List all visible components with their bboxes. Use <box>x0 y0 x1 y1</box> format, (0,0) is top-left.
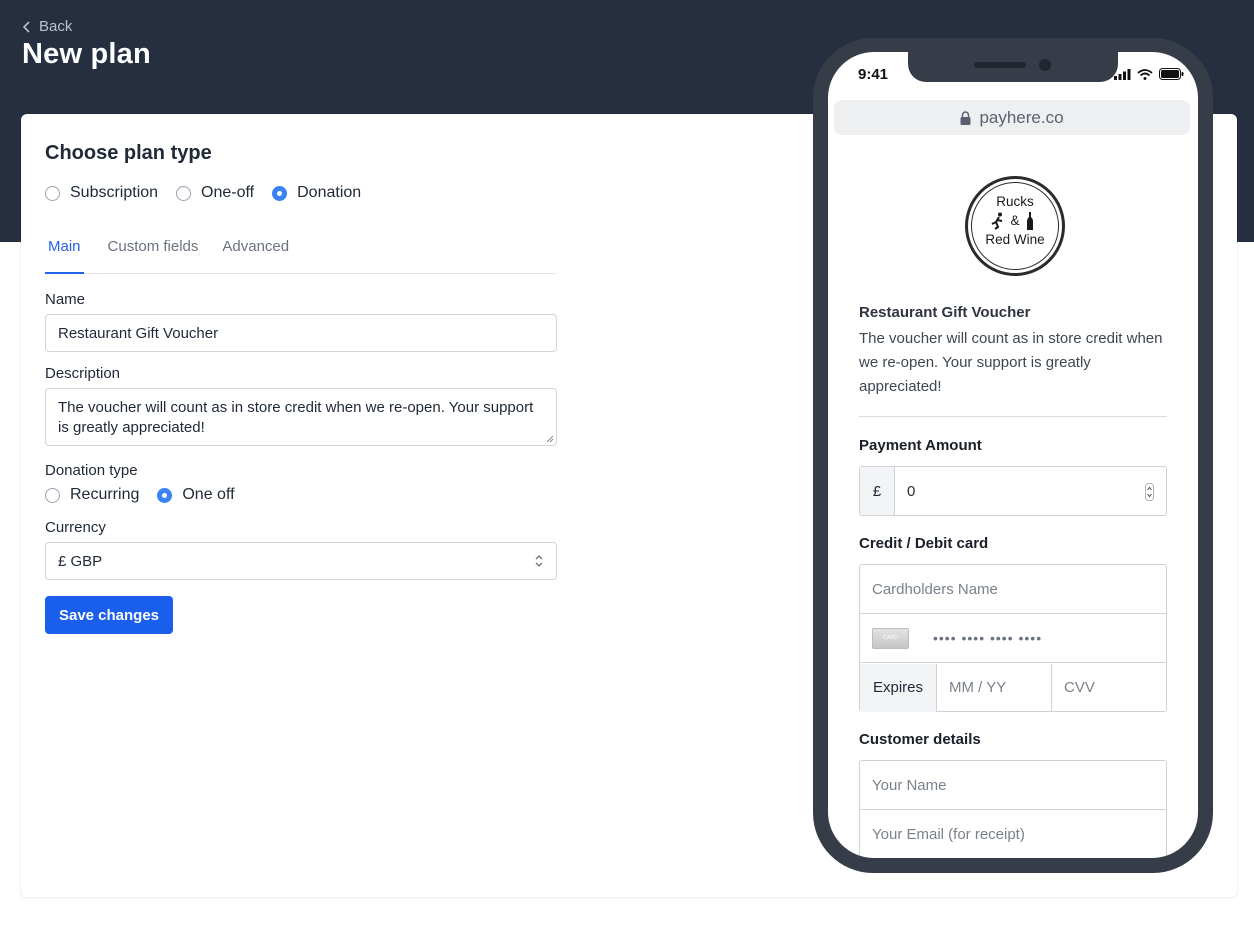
phone-screen: 9:41 payhere.co Rucks & Red Wine Restaur… <box>828 52 1198 858</box>
card-expiry-row: Expires MM / YY CVV <box>860 663 1166 712</box>
donation-type-recurring-label: Recurring <box>70 486 140 503</box>
name-input[interactable]: Restaurant Gift Voucher <box>45 314 557 352</box>
customer-details-box: Your Name Your Email (for receipt) <box>859 760 1167 858</box>
select-chevron-icon <box>535 555 543 567</box>
rugby-player-icon <box>991 212 1003 230</box>
radio-one-off-donation[interactable] <box>157 487 173 503</box>
status-time: 9:41 <box>858 66 889 83</box>
customer-details-label: Customer details <box>859 731 981 748</box>
cardholder-name-input[interactable]: Cardholders Name <box>860 565 1166 614</box>
expiry-placeholder: MM / YY <box>949 679 1007 696</box>
camera-icon <box>1039 59 1051 71</box>
tab-custom-fields[interactable]: Custom fields <box>108 232 199 274</box>
browser-url-bar[interactable]: payhere.co <box>834 100 1190 135</box>
radio-one-off[interactable] <box>176 185 192 201</box>
signal-icon <box>1114 68 1131 80</box>
plan-type-subscription[interactable]: Subscription <box>45 184 158 202</box>
card-number-placeholder: •••• •••• •••• •••• <box>933 630 1043 646</box>
save-button[interactable]: Save changes <box>45 596 173 634</box>
resize-grip-icon[interactable] <box>546 435 554 443</box>
phone-notch <box>908 52 1118 82</box>
name-input-value: Restaurant Gift Voucher <box>58 324 219 342</box>
battery-icon <box>1159 68 1184 80</box>
customer-name-input[interactable]: Your Name <box>860 761 1166 810</box>
status-icons <box>1114 68 1184 80</box>
cvv-input[interactable]: CVV <box>1052 679 1166 696</box>
speaker-icon <box>974 62 1026 68</box>
currency-select[interactable]: £ GBP <box>45 542 557 580</box>
amount-field[interactable]: 0 <box>895 467 1166 515</box>
logo-text-line-3: Red Wine <box>985 232 1045 247</box>
expiry-input[interactable]: MM / YY <box>937 663 1052 712</box>
currency-label: Currency <box>45 519 106 536</box>
phone-preview: 9:41 payhere.co Rucks & Red Wine Restaur… <box>813 38 1213 873</box>
amount-value: 0 <box>907 482 916 500</box>
customer-email-placeholder: Your Email (for receipt) <box>872 826 1025 843</box>
donation-type-one-off-label: One off <box>182 486 235 503</box>
plan-type-subscription-label: Subscription <box>70 184 159 201</box>
lock-icon <box>960 110 971 125</box>
description-value: The voucher will count as in store credi… <box>58 399 534 436</box>
page-title: New plan <box>22 38 151 70</box>
radio-recurring[interactable] <box>45 487 60 503</box>
tab-main[interactable]: Main <box>45 232 84 274</box>
back-label: Back <box>39 18 73 35</box>
preview-plan-title: Restaurant Gift Voucher <box>859 304 1031 321</box>
logo-text-line-2: & <box>1010 213 1020 228</box>
name-label: Name <box>45 291 86 308</box>
wifi-icon <box>1137 68 1153 80</box>
plan-type-donation-label: Donation <box>297 184 362 201</box>
description-textarea[interactable]: The voucher will count as in store credi… <box>45 388 557 446</box>
plan-type-one-off[interactable]: One-off <box>176 184 254 202</box>
plan-type-donation[interactable]: Donation <box>272 184 361 202</box>
tab-bar: Main Custom fields Advanced <box>45 232 557 274</box>
card-label: Credit / Debit card <box>859 535 989 552</box>
logo-text-line-1: Rucks <box>996 194 1034 209</box>
wine-bottle-icon <box>1027 212 1033 230</box>
radio-subscription[interactable] <box>45 185 60 201</box>
payment-amount-input[interactable]: £ 0 <box>859 466 1167 516</box>
cardholder-placeholder: Cardholders Name <box>872 580 998 598</box>
back-link[interactable]: Back <box>22 18 72 35</box>
merchant-logo: Rucks & Red Wine <box>965 176 1065 276</box>
cvv-placeholder: CVV <box>1064 679 1095 696</box>
credit-card-icon: CARD <box>872 627 909 649</box>
currency-symbol: £ <box>860 467 895 515</box>
card-number-input[interactable]: CARD •••• •••• •••• •••• <box>860 614 1166 663</box>
plan-type-one-off-label: One-off <box>201 184 255 201</box>
customer-name-placeholder: Your Name <box>872 776 947 794</box>
tab-advanced[interactable]: Advanced <box>222 232 289 274</box>
customer-email-input[interactable]: Your Email (for receipt) <box>860 810 1166 858</box>
donation-type-recurring[interactable]: Recurring <box>45 486 139 504</box>
donation-type-one-off[interactable]: One off <box>157 486 235 504</box>
currency-value: £ GBP <box>58 552 103 570</box>
preview-plan-description: The voucher will count as in store credi… <box>859 330 1163 395</box>
description-label: Description <box>45 365 121 382</box>
radio-donation[interactable] <box>272 185 288 201</box>
plan-type-title: Choose plan type <box>45 142 212 164</box>
url-text: payhere.co <box>979 107 1064 127</box>
donation-type-label: Donation type <box>45 462 138 479</box>
payment-amount-label: Payment Amount <box>859 437 982 454</box>
plan-type-radio-group: Subscription One-off Donation <box>45 184 379 202</box>
preview-divider <box>859 416 1167 417</box>
donation-type-radio-group: Recurring One off <box>45 486 253 504</box>
card-details-box: Cardholders Name CARD •••• •••• •••• •••… <box>859 564 1167 712</box>
expires-label: Expires <box>860 663 937 712</box>
chevron-left-icon <box>22 20 30 33</box>
number-stepper-icon[interactable] <box>1145 483 1154 501</box>
